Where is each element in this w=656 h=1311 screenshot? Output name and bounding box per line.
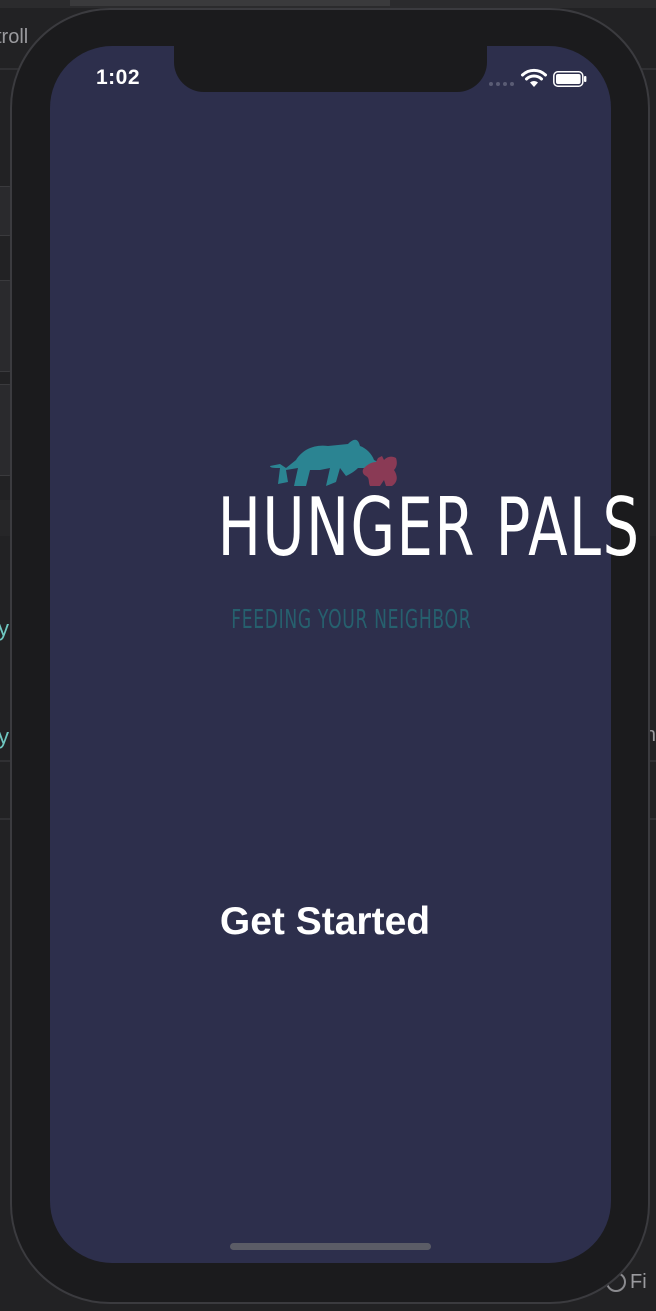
- ide-top-bar: [0, 0, 656, 8]
- brand-name: HUNGER PALS: [217, 481, 641, 574]
- ide-partial-label: troll: [0, 26, 29, 48]
- brand-tagline: FEEDING YOUR NEIGHBOR: [231, 605, 472, 635]
- ide-side-text-2: y: [0, 724, 9, 749]
- wifi-icon: [521, 68, 547, 87]
- home-indicator[interactable]: [230, 1243, 431, 1250]
- get-started-button[interactable]: Get Started: [150, 900, 500, 944]
- status-time: 1:02: [96, 66, 141, 89]
- phone-notch: [174, 46, 487, 92]
- app-screen: [50, 46, 611, 1263]
- signal-dots: [489, 82, 515, 87]
- filter-label: Fi: [630, 1270, 647, 1293]
- ide-side-text-1: y: [0, 616, 9, 641]
- battery-icon: [553, 71, 587, 87]
